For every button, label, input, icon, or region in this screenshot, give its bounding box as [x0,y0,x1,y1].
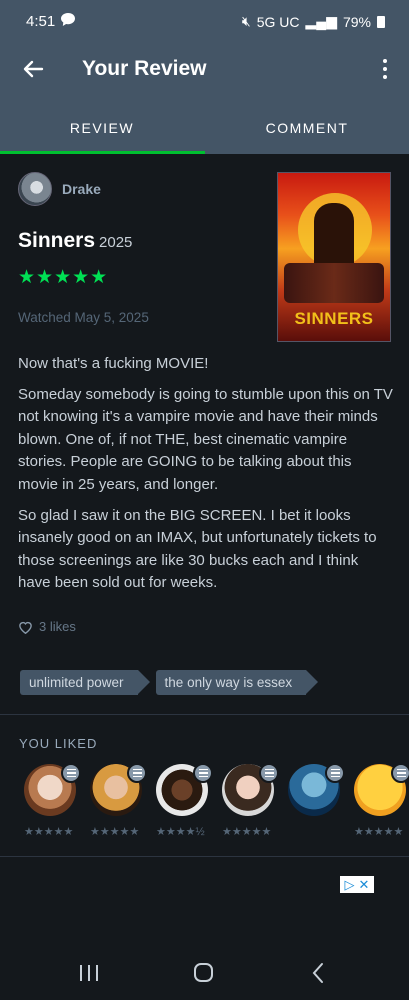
review-list-icon [127,763,147,783]
film-poster[interactable]: SINNERS [277,172,391,342]
home-icon[interactable] [194,963,213,982]
reviewer[interactable]: Drake [18,172,101,206]
review-paragraph: Now that's a fucking MOVIE! [18,355,209,372]
status-time: 4:51 [26,13,56,30]
poster-title: SINNERS [294,309,374,328]
more-options-icon[interactable] [381,56,389,82]
you-liked-list: ★★★★★ ★★★★★ ★★★★½ ★★★★★ ★★★★★ [24,763,409,844]
watched-date: Watched May 5, 2025 [18,310,149,325]
divider [0,714,409,715]
tab-comment[interactable]: COMMENT [205,110,409,154]
likes[interactable]: 3 likes [18,619,76,634]
film-year[interactable]: 2025 [99,234,132,251]
review-list-icon [325,763,345,783]
ad-play-icon: ▷ [344,876,355,892]
battery-label: 79% [342,13,371,30]
liked-user-rating: ★★★★½ [156,826,205,838]
film-title[interactable]: Sinners 2025 [18,229,132,253]
review-paragraph: Someday somebody is going to stumble upo… [18,385,393,493]
status-indicators: 🔇︎ 5G UC ▂▄▆ 79% [242,13,385,30]
review-body: Now that's a fucking MOVIE! Someday some… [18,353,394,603]
review-paragraph: So glad I saw it on the BIG SCREEN. I be… [18,506,377,592]
chat-notification-icon [61,13,75,26]
reviewer-avatar[interactable] [18,172,52,206]
likes-count[interactable]: 3 likes [39,619,76,634]
app-bar: Your Review [0,48,409,92]
back-arrow-icon[interactable] [18,54,48,84]
status-bar: 4:51 🔇︎ 5G UC ▂▄▆ 79% [0,0,409,44]
network-label: 5G UC [256,13,300,30]
tab-review[interactable]: REVIEW [0,110,204,154]
reviewer-name[interactable]: Drake [62,181,101,197]
review-list-icon [61,763,81,783]
recent-apps-icon[interactable] [80,965,98,981]
tag-list: unlimited power the only way is essex [20,670,318,695]
page-title: Your Review [82,57,207,80]
system-navigation-bar [0,945,409,1000]
film-title-text[interactable]: Sinners [18,229,95,252]
review-list-icon [391,763,409,783]
top-bar: 4:51 🔇︎ 5G UC ▂▄▆ 79% Your Review REVIEW… [0,0,409,154]
liked-user-rating: ★★★★★ [24,826,74,838]
review-list-icon [193,763,213,783]
system-back-icon[interactable] [311,962,325,984]
tag-unlimited-power[interactable]: unlimited power [20,670,150,695]
liked-user-rating: ★★★★★ [354,826,404,838]
battery-icon [377,15,385,28]
tab-bar: REVIEW COMMENT [0,110,409,154]
liked-user-rating: ★★★★★ [222,826,272,838]
poster-art-crowd [284,263,384,303]
signal-icon: ▂▄▆ [305,13,337,29]
ad-close-icon[interactable]: ✕ [359,877,370,893]
review-list-icon [259,763,279,783]
you-liked-heading: YOU LIKED [19,736,98,751]
liked-user-rating: ★★★★★ [90,826,140,838]
ad-choices-icon[interactable]: ▷ ✕ [340,876,374,893]
divider [0,856,409,857]
active-tab-indicator [0,151,205,154]
mute-icon: 🔇︎ [241,13,251,29]
tag-the-only-way-is-essex[interactable]: the only way is essex [155,670,318,695]
heart-icon[interactable] [18,620,33,634]
review-rating-stars: ★★★★★ [18,267,109,288]
